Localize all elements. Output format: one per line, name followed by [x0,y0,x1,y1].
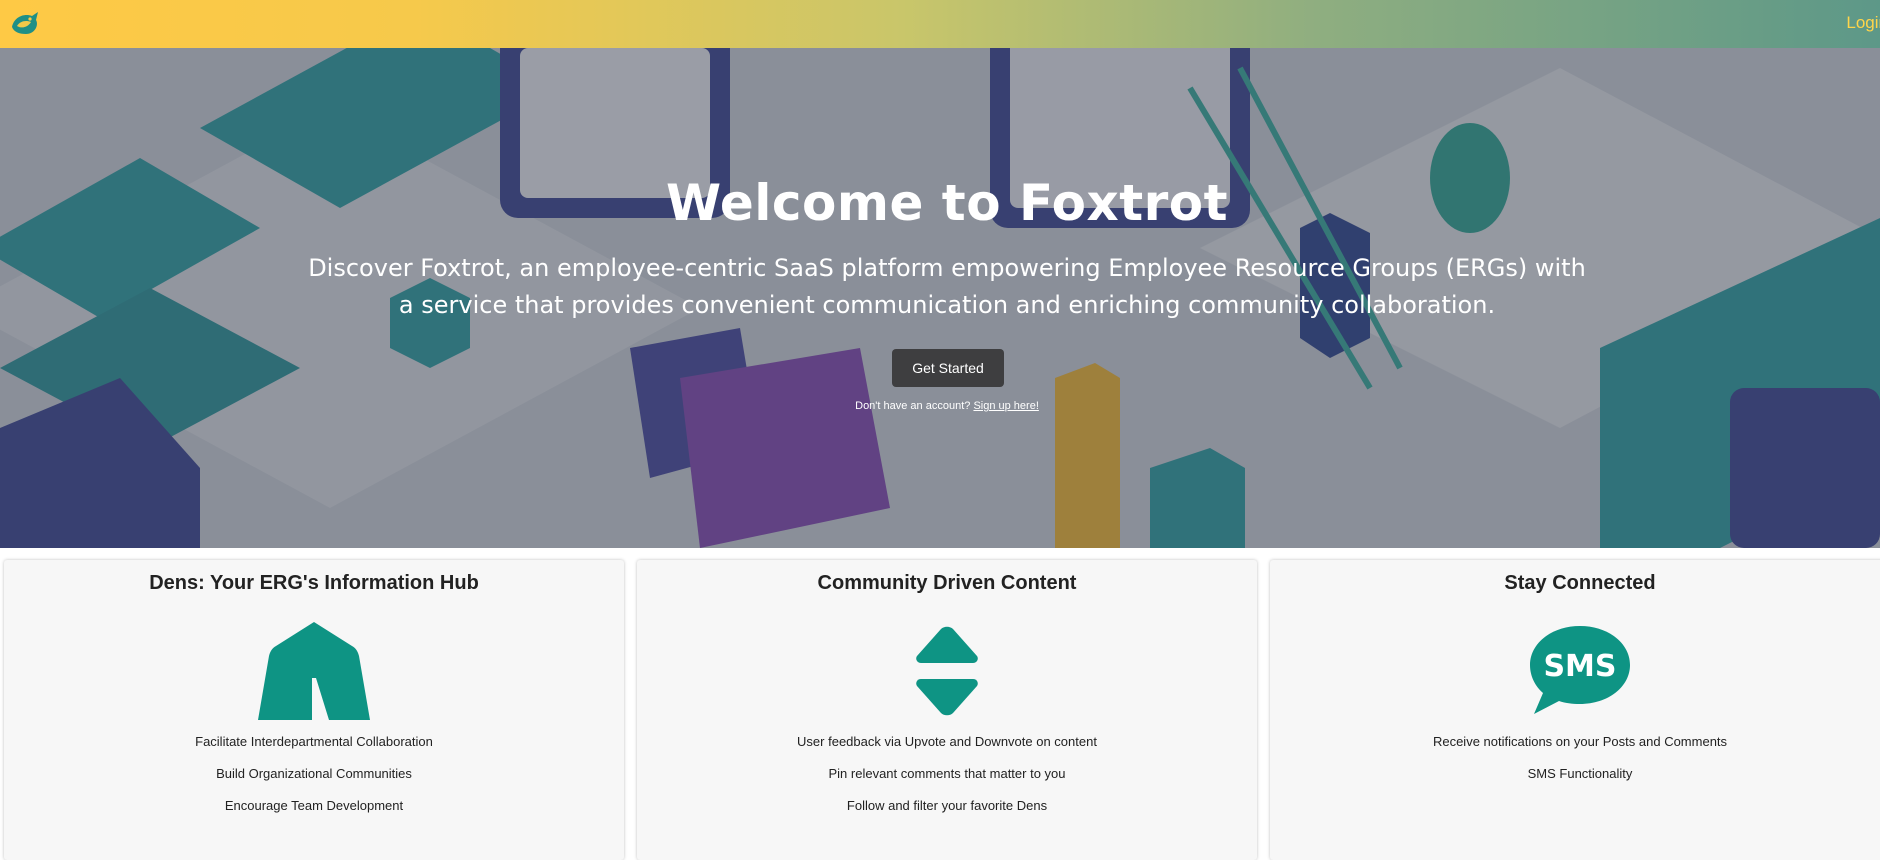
feature-card-community: Community Driven Content User feedback v… [637,560,1257,860]
list-item: Build Organizational Communities [216,766,412,781]
feature-card-list: Facilitate Interdepartmental Collaborati… [4,734,624,830]
feature-card-dens: Dens: Your ERG's Information Hub Facilit… [4,560,624,860]
sms-icon: SMS [1530,626,1630,714]
feature-card-title: Dens: Your ERG's Information Hub [149,572,479,594]
signup-prompt-text: Don't have an account? [855,400,971,412]
sms-icon-label: SMS [1543,649,1616,684]
list-item: Pin relevant comments that matter to you [828,766,1066,781]
feature-card-list: Receive notifications on your Posts and … [1270,734,1880,798]
list-item: SMS Functionality [1527,766,1633,781]
list-item: Facilitate Interdepartmental Collaborati… [195,734,433,749]
upvote-downvote-icon [916,626,978,716]
signup-link[interactable]: Sign up here! [973,400,1038,412]
tent-icon [258,622,370,720]
hero-subtitle: Discover Foxtrot, an employee-centric Sa… [308,254,1586,319]
feature-card-title: Stay Connected [1504,572,1656,594]
get-started-button[interactable]: Get Started [892,349,1004,387]
top-navbar: Login [0,0,1880,48]
signup-prompt-line: Don't have an account? Sign up here! [0,400,1880,412]
feature-card-title: Community Driven Content [817,572,1077,594]
login-link[interactable]: Login [1846,13,1880,33]
feature-card-list: User feedback via Upvote and Downvote on… [637,734,1257,830]
list-item: Follow and filter your favorite Dens [846,798,1048,813]
list-item: User feedback via Upvote and Downvote on… [797,734,1097,749]
hero-title: Welcome to Foxtrot [665,174,1229,232]
list-item: Receive notifications on your Posts and … [1432,734,1728,749]
feature-card-stay-connected: Stay Connected SMS Receive notifications… [1270,560,1880,860]
foxtrot-logo-icon[interactable] [8,7,42,41]
list-item: Encourage Team Development [224,798,404,813]
hero-section: Welcome to Foxtrot Discover Foxtrot, an … [0,48,1880,548]
